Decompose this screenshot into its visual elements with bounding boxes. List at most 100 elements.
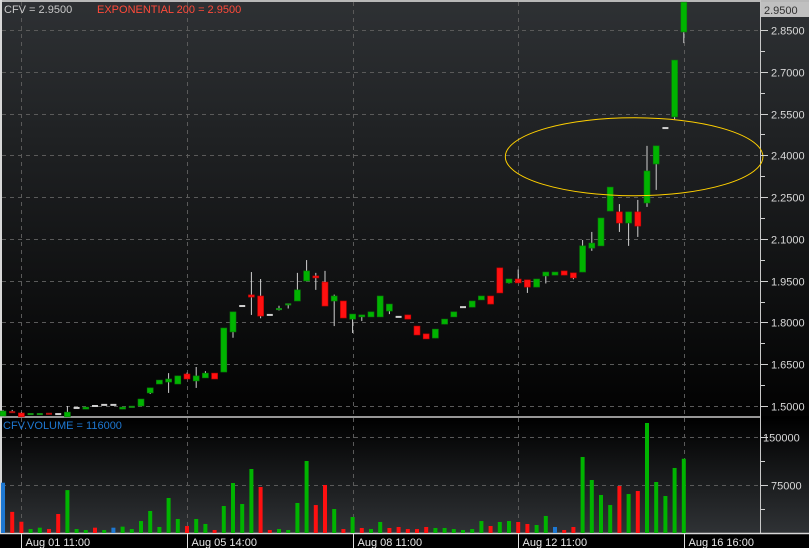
candle-body	[110, 403, 117, 406]
volume-bar	[10, 511, 15, 533]
candle-body	[165, 378, 172, 383]
candle	[662, 127, 669, 130]
volume-bar	[1, 482, 5, 533]
candle	[376, 295, 384, 318]
candle	[0, 409, 7, 417]
candle	[395, 315, 402, 318]
volume-bar	[433, 528, 438, 533]
candle	[404, 314, 412, 320]
candle	[27, 413, 34, 416]
volume-bar	[571, 526, 576, 533]
candle-body	[386, 303, 393, 312]
candle	[478, 295, 485, 301]
volume-bar	[221, 505, 226, 533]
candle-body	[312, 275, 320, 279]
volume-bar	[635, 491, 640, 533]
candle-body	[73, 406, 80, 409]
price-tick-label: 1.6500	[771, 360, 805, 372]
price-tick-label: 2.7000	[771, 68, 805, 80]
volume-bar	[129, 529, 134, 533]
candle	[55, 413, 62, 416]
candle-body	[358, 314, 366, 318]
candle-body	[616, 211, 623, 224]
candle-body	[137, 398, 145, 407]
candle-body	[82, 406, 90, 410]
volume-bar	[231, 483, 235, 533]
volume-bar	[359, 528, 364, 533]
volume-bar	[663, 496, 668, 533]
candle-body	[395, 315, 402, 318]
candle-body	[450, 311, 458, 318]
candle-body	[634, 211, 642, 227]
candle-body	[560, 270, 568, 276]
candle-body	[349, 313, 356, 320]
candle-body	[55, 413, 62, 416]
candle-body	[146, 387, 154, 394]
candle	[119, 406, 126, 410]
candle	[220, 327, 228, 373]
volume-bar	[240, 504, 245, 533]
candle	[450, 311, 458, 318]
volume-bar	[47, 529, 51, 533]
candle-body	[478, 295, 485, 301]
candle-body	[625, 211, 632, 224]
candle	[73, 406, 80, 409]
volume-bar	[442, 528, 447, 533]
candle	[413, 325, 421, 336]
candle	[82, 406, 90, 410]
volume-bar	[295, 502, 300, 533]
candle-body	[27, 413, 34, 416]
volume-bar	[166, 497, 171, 533]
candle	[128, 405, 135, 408]
candle	[367, 311, 375, 318]
volume-bar	[424, 526, 429, 533]
candle	[496, 267, 504, 294]
volume-tick-label: 75000	[771, 481, 802, 493]
volume-bar	[28, 529, 33, 533]
candle-body	[303, 270, 310, 282]
candle-body	[192, 375, 200, 382]
volume-bar	[212, 529, 217, 533]
price-tick-label: 2.2500	[771, 193, 805, 205]
candle	[101, 403, 108, 406]
candle-body	[514, 278, 522, 284]
candle-body	[229, 311, 237, 333]
candle-body	[248, 294, 255, 298]
candle-body	[36, 413, 43, 416]
candle-body	[496, 267, 504, 294]
candle-body	[404, 314, 412, 320]
candle-body	[597, 217, 605, 247]
candle	[137, 398, 145, 407]
candle	[18, 412, 25, 418]
time-tick-label: Aug 16 16:00	[689, 537, 754, 548]
volume-label: CFV.VOLUME = 116000	[3, 420, 122, 432]
volume-bar	[387, 528, 392, 533]
candle	[460, 306, 466, 309]
volume-bar	[507, 521, 511, 533]
candle	[560, 270, 568, 276]
candle	[597, 217, 605, 247]
candle	[505, 278, 513, 284]
candle-body	[64, 411, 71, 418]
candle-body	[183, 373, 191, 380]
volume-bar	[323, 485, 327, 533]
volume-bar	[534, 525, 539, 533]
time-tick-label: Aug 05 14:00	[192, 537, 257, 548]
volume-bar	[626, 494, 631, 533]
volume-bar	[350, 517, 355, 533]
candle-body	[294, 289, 301, 302]
volume-bar	[461, 529, 465, 533]
candle-body	[460, 306, 466, 309]
top-border	[0, 0, 809, 2]
time-tick-label: Aug 01 11:00	[26, 537, 91, 548]
volume-tick-label: 150000	[763, 433, 800, 445]
volume-bar	[580, 456, 585, 533]
candle	[606, 186, 614, 212]
volume-bar	[617, 486, 622, 533]
candle-body	[340, 300, 347, 319]
candle	[422, 333, 430, 340]
candle-body	[101, 403, 108, 406]
candle-body	[46, 412, 52, 415]
time-tick-label: Aug 12 11:00	[523, 537, 588, 548]
candle-body	[505, 278, 513, 284]
